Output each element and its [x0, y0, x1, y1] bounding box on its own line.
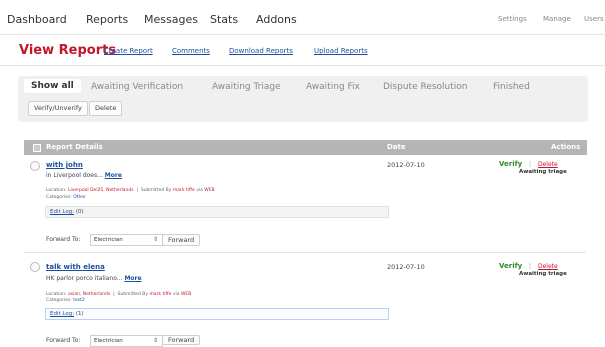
nav-divider — [0, 34, 605, 35]
select-all-checkbox[interactable] — [33, 144, 41, 152]
nav-messages[interactable]: Messages — [144, 13, 198, 26]
table-header: Report Details Date Actions — [24, 140, 587, 155]
tab-awaiting-triage[interactable]: Awaiting Triage — [212, 82, 281, 92]
report-title-link[interactable]: talk with elena — [46, 263, 105, 271]
header-date: Date — [387, 143, 406, 151]
more-link[interactable]: More — [124, 275, 141, 282]
edit-log-bar[interactable]: Edit Log: (1) — [45, 308, 389, 320]
create-report-link[interactable]: Create Report — [104, 47, 153, 55]
report-meta: Location: asian, Netherlands | Submitted… — [46, 292, 192, 297]
tab-show-all[interactable]: Show all — [24, 79, 81, 93]
action-separator: | — [529, 161, 532, 168]
chevron-down-icon: ⇕ — [152, 236, 158, 243]
edit-log-bar[interactable]: Edit Log: (0) — [45, 206, 389, 218]
more-link[interactable]: More — [105, 172, 122, 179]
report-description: in Liverpool does... More — [46, 172, 122, 179]
forward-select[interactable]: Electrician ⇕ — [90, 335, 163, 347]
nav-addons[interactable]: Addons — [256, 13, 297, 26]
upload-reports-link[interactable]: Upload Reports — [314, 47, 368, 55]
report-description: HK parlor porco italiano... More — [46, 275, 142, 282]
delete-link[interactable]: Delete — [538, 161, 558, 168]
nav-reports[interactable]: Reports — [86, 13, 128, 26]
forward-button[interactable]: Forward — [162, 335, 201, 345]
action-separator: | — [529, 263, 532, 270]
report-categories: Categories: Other — [46, 195, 86, 200]
verify-link[interactable]: Verify — [499, 262, 522, 270]
row-select-radio[interactable] — [30, 161, 40, 171]
download-reports-link[interactable]: Download Reports — [229, 47, 293, 55]
row-select-radio[interactable] — [30, 262, 40, 272]
status-badge: Awaiting triage — [519, 271, 567, 277]
nav-users[interactable]: Users — [584, 15, 604, 23]
forward-to-label: Forward To: — [46, 236, 81, 243]
verify-link[interactable]: Verify — [499, 160, 522, 168]
heading-divider — [0, 65, 605, 66]
nav-dashboard[interactable]: Dashboard — [7, 13, 67, 26]
tab-awaiting-fix[interactable]: Awaiting Fix — [306, 82, 360, 92]
forward-select[interactable]: Electrician ⇕ — [90, 234, 163, 246]
forward-button[interactable]: Forward — [162, 234, 201, 246]
tab-finished[interactable]: Finished — [493, 82, 530, 92]
status-badge: Awaiting triage — [519, 169, 567, 175]
nav-settings[interactable]: Settings — [498, 15, 527, 23]
delete-button[interactable]: Delete — [89, 101, 123, 116]
comments-link[interactable]: Comments — [172, 47, 210, 55]
forward-to-label: Forward To: — [46, 337, 81, 344]
report-date: 2012-07-10 — [387, 161, 425, 169]
report-date: 2012-07-10 — [387, 263, 425, 271]
tab-dispute-resolution[interactable]: Dispute Resolution — [383, 82, 468, 92]
verify-unverify-button[interactable]: Verify/Unverify — [28, 101, 88, 116]
header-report-details: Report Details — [46, 143, 103, 151]
nav-manage[interactable]: Manage — [543, 15, 571, 23]
header-actions: Actions — [551, 143, 581, 151]
report-meta: Location: Liverpool Del25, Netherlands |… — [46, 188, 215, 193]
nav-stats[interactable]: Stats — [210, 13, 238, 26]
report-title-link[interactable]: with john — [46, 161, 83, 169]
report-categories: Categories: test2 — [46, 298, 85, 303]
page-title: View Reports — [19, 43, 117, 58]
delete-link[interactable]: Delete — [538, 263, 558, 270]
tab-awaiting-verification[interactable]: Awaiting Verification — [91, 82, 183, 92]
